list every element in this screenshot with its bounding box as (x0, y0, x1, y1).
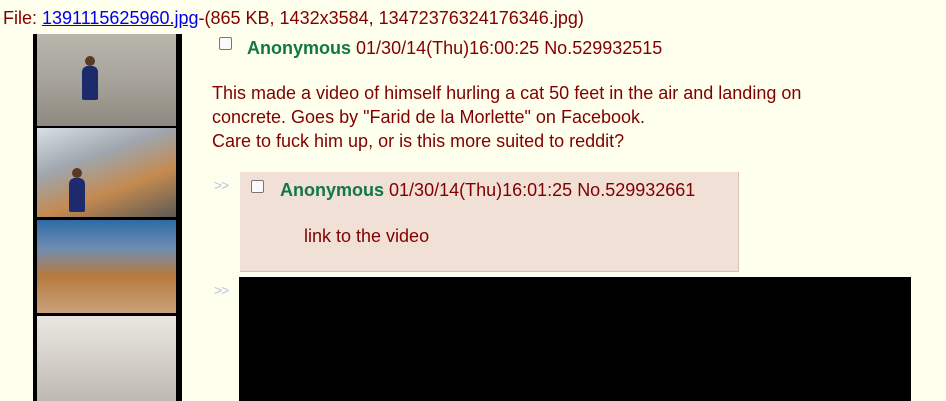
person-figure (69, 168, 85, 212)
op-comment: This made a video of himself hurling a c… (212, 81, 932, 153)
thumbnail-frame (37, 128, 176, 217)
reply-checkbox[interactable] (251, 180, 264, 193)
file-info: File: 1391115625960.jpg-(865 KB, 1432x35… (3, 8, 584, 29)
thumbnail-frame (37, 220, 176, 313)
reply-post-number[interactable]: No.529932661 (577, 180, 695, 200)
thumbnail-frame (37, 34, 176, 126)
redacted-image (239, 277, 911, 401)
op-comment-line: This made a video of himself hurling a c… (212, 83, 802, 103)
op-comment-line: concrete. Goes by "Farid de la Morlette"… (212, 107, 645, 127)
op-comment-line: Care to fuck him up, or is this more sui… (212, 131, 625, 151)
file-details: -(865 KB, 1432x3584, 13472376324176346.j… (198, 8, 584, 28)
reply-post-header: Anonymous 01/30/14(Thu)16:01:25 No.52993… (280, 180, 695, 201)
reply-arrows: >> (214, 282, 229, 298)
op-checkbox[interactable] (219, 37, 232, 50)
op-datetime: 01/30/14(Thu)16:00:25 (356, 38, 540, 58)
reply-comment: link to the video (304, 226, 430, 246)
reply-datetime: 01/30/14(Thu)16:01:25 (389, 180, 573, 200)
op-post-number[interactable]: No.529932515 (544, 38, 662, 58)
file-label: File: (3, 8, 43, 28)
person-figure (82, 56, 98, 100)
thumbnail-frame (37, 316, 176, 401)
op-post-header: Anonymous 01/30/14(Thu)16:00:25 No.52993… (247, 38, 662, 59)
file-link[interactable]: 1391115625960.jpg (42, 8, 199, 28)
op-poster-name: Anonymous (247, 38, 352, 58)
reply-arrows: >> (214, 177, 229, 193)
thumbnail-image[interactable] (33, 34, 182, 401)
reply-poster-name: Anonymous (280, 180, 385, 200)
